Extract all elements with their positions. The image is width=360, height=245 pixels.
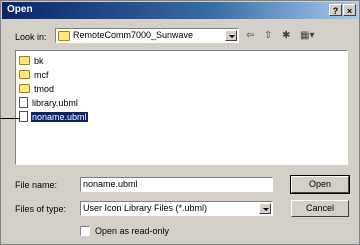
title-bar[interactable]: Open ? × (2, 2, 358, 19)
close-button[interactable]: × (343, 4, 356, 16)
open-dialog: Open ? × Look in: RemoteComm7000_Sunwave… (0, 0, 360, 245)
folder-icon (58, 30, 70, 41)
document-icon (19, 111, 28, 122)
list-item-library[interactable]: library.ubml (19, 96, 79, 109)
open-button[interactable]: Open (290, 175, 350, 194)
dialog-title: Open (7, 4, 33, 15)
folder-icon (19, 70, 30, 79)
read-only-label: Open as read-only (95, 226, 170, 236)
file-type-dropdown[interactable]: User Icon Library Files (*.ubml) (80, 201, 273, 216)
file-list[interactable]: bk mcf tmod library.ubml noname.ubml (15, 50, 348, 165)
list-item-label: library.ubml (32, 97, 78, 108)
new-folder-icon[interactable]: ✱ (282, 30, 290, 42)
file-name-label: File name: (15, 180, 58, 190)
file-name-input[interactable]: noname.ubml (80, 177, 273, 192)
help-button[interactable]: ? (329, 4, 342, 16)
list-item-label: bk (34, 55, 44, 66)
look-in-value: RemoteComm7000_Sunwave (58, 30, 193, 41)
list-item-bk[interactable]: bk (19, 54, 45, 67)
cancel-button[interactable]: Cancel (291, 200, 349, 217)
look-in-label: Look in: (15, 32, 47, 42)
up-folder-icon[interactable]: ⇧ (264, 30, 272, 42)
chevron-down-icon[interactable] (225, 30, 237, 41)
file-type-label: Files of type: (15, 204, 67, 214)
folder-icon (19, 84, 30, 93)
chevron-down-icon[interactable] (259, 203, 271, 214)
list-item-mcf[interactable]: mcf (19, 68, 50, 81)
look-in-text: RemoteComm7000_Sunwave (73, 30, 194, 40)
view-menu-icon[interactable]: ▦▾ (300, 30, 314, 42)
pointer-line (0, 118, 20, 119)
list-item-label: noname.ubml (30, 110, 89, 123)
folder-icon (19, 56, 30, 65)
list-item-label: mcf (34, 69, 49, 80)
list-item-tmod[interactable]: tmod (19, 82, 55, 95)
document-icon (19, 97, 28, 108)
back-icon[interactable]: ⇦ (246, 30, 254, 42)
look-in-dropdown[interactable]: RemoteComm7000_Sunwave (55, 28, 239, 43)
list-item-noname[interactable]: noname.ubml (19, 110, 89, 123)
read-only-checkbox[interactable] (80, 226, 90, 236)
file-name-value: noname.ubml (83, 179, 138, 189)
file-type-value: User Icon Library Files (*.ubml) (83, 203, 208, 213)
list-item-label: tmod (34, 83, 55, 94)
